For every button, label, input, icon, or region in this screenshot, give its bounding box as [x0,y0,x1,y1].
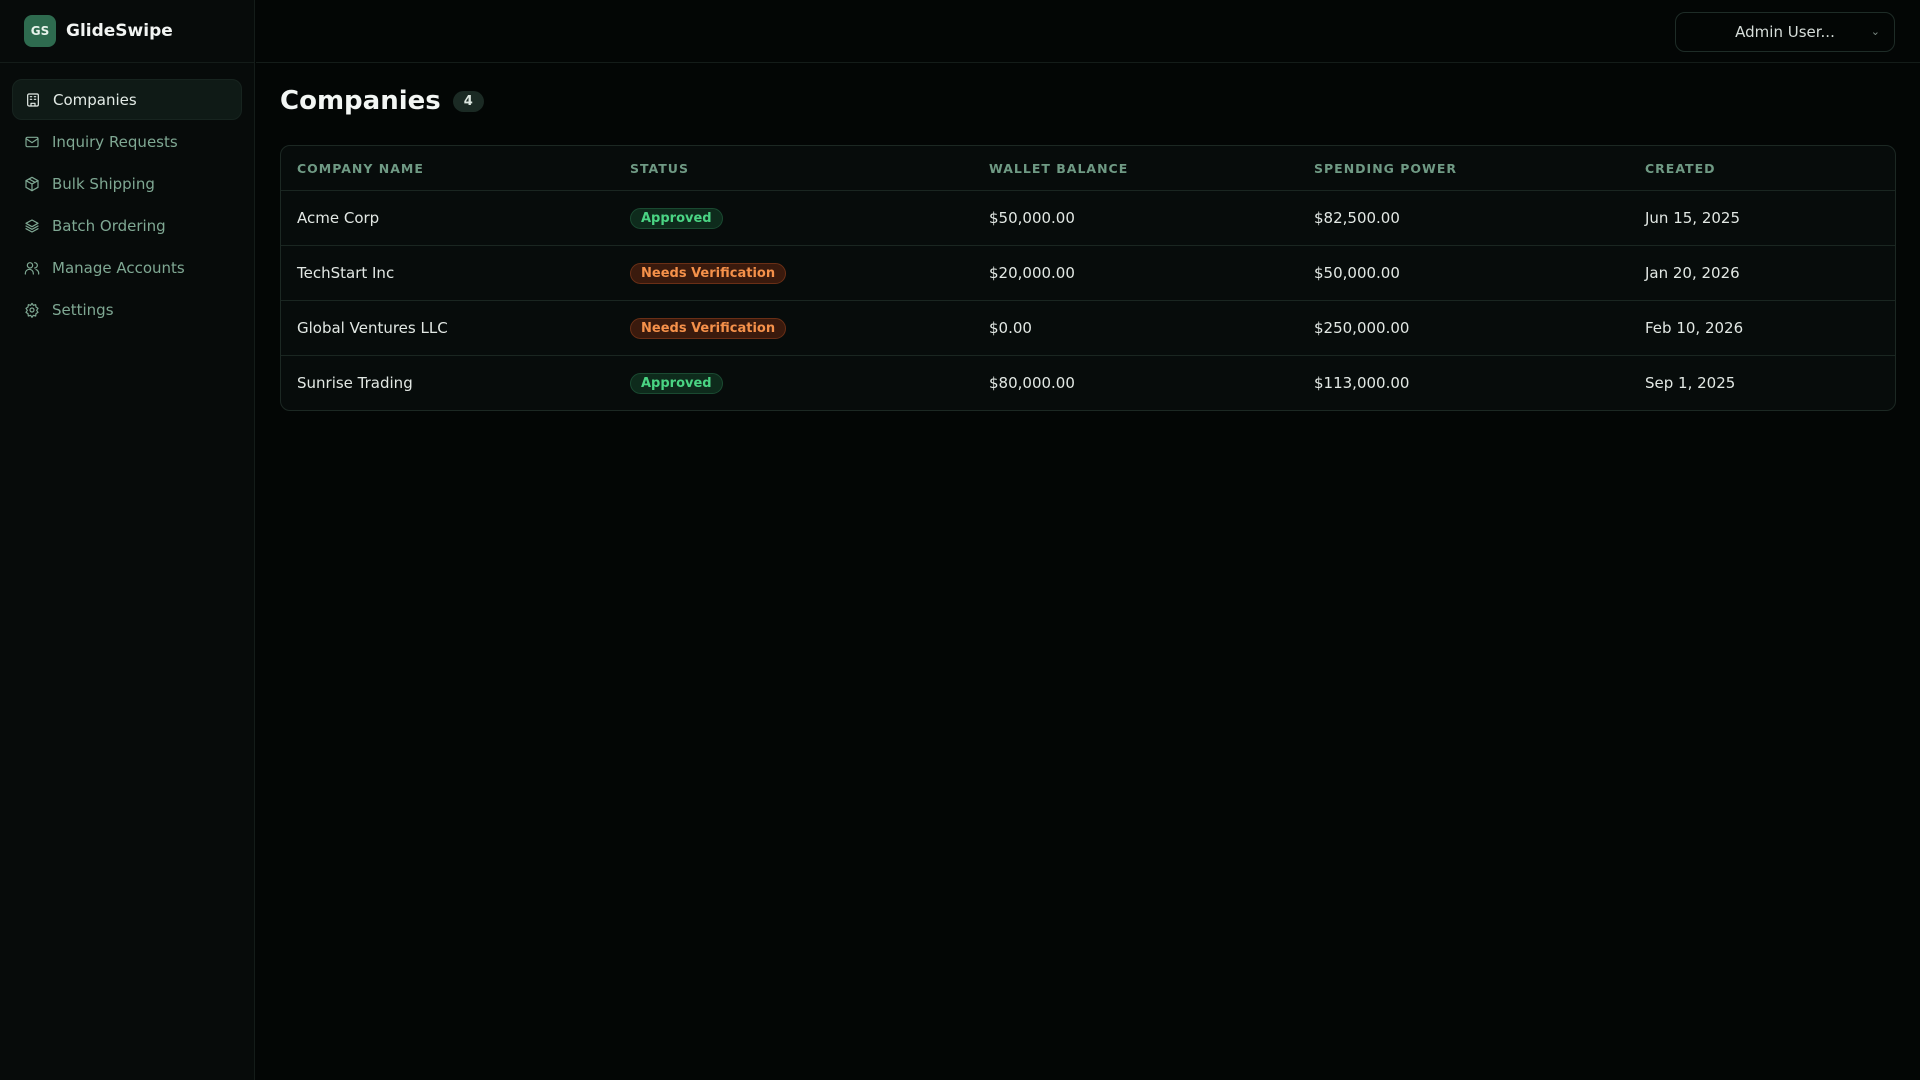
layers-icon [25,218,39,233]
table-row[interactable]: Acme Corp Approved $50,000.00 $82,500.00… [281,190,1895,245]
status-badge: Approved [630,207,723,229]
created-date: Feb 10, 2026 [1645,319,1744,337]
sidebar-item-label: Settings [52,300,114,319]
status-badge: Approved [630,372,723,394]
gear-icon [25,302,39,318]
wallet-balance: $20,000.00 [989,264,1075,282]
mail-icon [25,136,39,147]
companies-table: COMPANY NAME STATUS WALLET BALANCE SPEND… [280,145,1896,411]
sidebar-nav: Companies Inquiry Requests Bulk Shipping… [0,63,254,347]
spending-power: $82,500.00 [1314,209,1400,227]
package-icon [25,176,39,191]
wallet-balance: $50,000.00 [989,209,1075,227]
column-header[interactable]: CREATED [1645,161,1895,176]
brand-logo: GS [24,15,56,47]
status-badge: Needs Verification [630,317,787,339]
table-row[interactable]: Sunrise Trading Approved $80,000.00 $113… [281,355,1895,410]
sidebar-item-label: Batch Ordering [52,216,166,235]
column-header[interactable]: STATUS [630,161,989,176]
spending-power: $50,000.00 [1314,264,1400,282]
spending-power: $250,000.00 [1314,319,1410,337]
wallet-balance: $0.00 [989,319,1032,337]
brand-name: GlideSwipe [66,21,173,41]
sidebar: GS GlideSwipe Companies Inquiry Requests… [0,0,255,1080]
sidebar-item-label: Bulk Shipping [52,174,155,193]
building-icon [27,92,39,107]
wallet-balance: $80,000.00 [989,374,1075,392]
sidebar-item-settings[interactable]: Settings [12,289,242,330]
spending-power: $113,000.00 [1314,374,1410,392]
status-badge: Needs Verification [630,262,787,284]
user-name: Admin User... [1735,23,1835,41]
company-name: Acme Corp [297,209,380,227]
created-date: Sep 1, 2025 [1645,374,1736,392]
users-icon [24,261,40,275]
created-date: Jun 15, 2025 [1645,209,1741,227]
user-menu-dropdown[interactable]: Admin User... ⌄ [1675,12,1895,52]
brand: GS GlideSwipe [0,0,254,63]
sidebar-item-batch-ordering[interactable]: Batch Ordering [12,205,242,246]
table-row[interactable]: Global Ventures LLC Needs Verification $… [281,300,1895,355]
top-bar: Admin User... ⌄ [256,0,1920,63]
count-badge: 4 [452,90,484,112]
company-name: Sunrise Trading [297,374,413,392]
sidebar-item-label: Companies [53,90,137,109]
sidebar-item-manage-accounts[interactable]: Manage Accounts [12,247,242,288]
sidebar-item-label: Manage Accounts [52,258,185,277]
column-header[interactable]: COMPANY NAME [281,161,630,176]
sidebar-item-inquiry-requests[interactable]: Inquiry Requests [12,121,242,162]
table-row[interactable]: TechStart Inc Needs Verification $20,000… [281,245,1895,300]
sidebar-item-bulk-shipping[interactable]: Bulk Shipping [12,163,242,204]
column-header[interactable]: WALLET BALANCE [989,161,1314,176]
sidebar-item-label: Inquiry Requests [52,132,178,151]
company-name: Global Ventures LLC [297,319,448,337]
created-date: Jan 20, 2026 [1645,264,1740,282]
table-header: COMPANY NAME STATUS WALLET BALANCE SPEND… [281,146,1895,190]
page-title: Companies [280,86,441,116]
sidebar-item-companies[interactable]: Companies [12,79,242,120]
company-name: TechStart Inc [297,264,395,282]
chevron-down-icon: ⌄ [1870,25,1880,38]
page-header: Companies 4 [280,86,484,116]
column-header[interactable]: SPENDING POWER [1314,161,1645,176]
